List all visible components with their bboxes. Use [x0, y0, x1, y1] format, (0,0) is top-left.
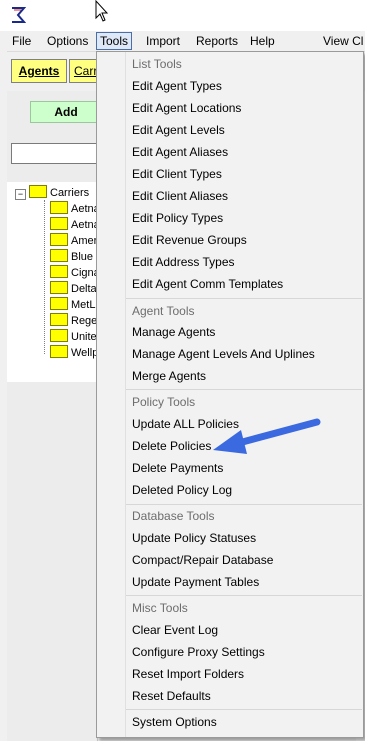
tree-item-label: MetLi — [71, 299, 98, 311]
menu-tools[interactable]: Tools — [96, 32, 133, 50]
menu-bar: File Options Tools Import Reports Help V… — [7, 31, 365, 51]
menu-compact-repair-database[interactable]: Compact/Repair Database — [132, 549, 358, 571]
section-header-agent-tools: Agent Tools — [132, 304, 195, 318]
folder-icon — [50, 297, 68, 310]
folder-icon — [50, 217, 68, 230]
folder-icon — [50, 281, 68, 294]
mouse-pointer-icon — [95, 0, 109, 22]
tree-root-label: Carriers — [50, 187, 90, 199]
menu-manage-agents[interactable]: Manage Agents — [132, 321, 358, 343]
tree-item[interactable]: Ameri — [50, 233, 100, 249]
tree-connector — [44, 200, 45, 354]
menu-update-policy-statuses[interactable]: Update Policy Statuses — [132, 527, 358, 549]
menu-edit-policy-types[interactable]: Edit Policy Types — [132, 207, 358, 229]
folder-icon — [50, 329, 68, 342]
folder-icon — [50, 345, 68, 358]
menu-file[interactable]: File — [9, 33, 34, 49]
tree-item[interactable]: Aetna — [50, 201, 100, 217]
menu-manage-agent-levels-uplines[interactable]: Manage Agent Levels And Uplines — [132, 343, 358, 365]
tree-item-label: Unite — [71, 331, 97, 343]
section-header-list-tools: List Tools — [132, 57, 182, 71]
folder-icon — [50, 249, 68, 262]
tree-item[interactable]: Delta — [50, 281, 97, 297]
menu-import[interactable]: Import — [143, 33, 183, 49]
carrier-tree: − Carriers Aetna Aetna Ameri Blue C Cign… — [7, 182, 104, 382]
tree-item-label: Wellp — [71, 347, 99, 359]
menu-edit-agent-levels[interactable]: Edit Agent Levels — [132, 119, 358, 141]
menu-reset-import-folders[interactable]: Reset Import Folders — [132, 663, 358, 685]
menu-edit-agent-types[interactable]: Edit Agent Types — [132, 75, 358, 97]
tools-dropdown-menu: List Tools Edit Agent Types Edit Agent L… — [96, 51, 364, 738]
menu-edit-address-types[interactable]: Edit Address Types — [132, 251, 358, 273]
menu-reset-defaults[interactable]: Reset Defaults — [132, 685, 358, 707]
menu-edit-client-aliases[interactable]: Edit Client Aliases — [132, 185, 358, 207]
folder-icon — [50, 201, 68, 214]
add-button[interactable]: Add — [30, 101, 102, 123]
app-icon[interactable] — [10, 6, 26, 24]
menu-options[interactable]: Options — [44, 33, 91, 49]
menu-delete-payments[interactable]: Delete Payments — [132, 457, 358, 479]
agents-button[interactable]: Agents — [11, 59, 67, 83]
tree-item[interactable]: Cigna — [50, 265, 100, 281]
tree-item[interactable]: Aetna — [50, 217, 100, 233]
tree-item[interactable]: Wellp — [50, 345, 98, 361]
menu-configure-proxy-settings[interactable]: Configure Proxy Settings — [132, 641, 358, 663]
folder-icon — [50, 233, 68, 246]
folder-icon — [50, 265, 68, 278]
annotation-arrow-icon — [213, 418, 321, 454]
menu-system-options[interactable]: System Options — [132, 711, 358, 733]
search-input[interactable] — [11, 143, 103, 164]
tree-item[interactable]: Unite — [50, 329, 97, 345]
collapse-icon[interactable]: − — [15, 189, 26, 200]
section-header-database-tools: Database Tools — [132, 509, 215, 523]
tree-item[interactable]: Rege — [50, 313, 97, 329]
menu-clear-event-log[interactable]: Clear Event Log — [132, 619, 358, 641]
tree-item-label: Rege — [71, 315, 98, 327]
menu-merge-agents[interactable]: Merge Agents — [132, 365, 358, 387]
menu-edit-revenue-groups[interactable]: Edit Revenue Groups — [132, 229, 358, 251]
menu-separator — [126, 595, 362, 596]
menu-edit-agent-comm-templates[interactable]: Edit Agent Comm Templates — [132, 273, 358, 295]
tree-item-label: Delta — [71, 283, 97, 295]
menu-edit-client-types[interactable]: Edit Client Types — [132, 163, 358, 185]
menu-separator — [126, 709, 362, 710]
menu-view[interactable]: View Cl — [320, 33, 365, 49]
menu-separator — [126, 389, 362, 390]
section-header-misc-tools: Misc Tools — [132, 601, 188, 615]
menu-gutter — [125, 52, 126, 737]
title-bar — [0, 0, 365, 31]
menu-separator — [126, 298, 362, 299]
tree-root-carriers[interactable]: Carriers — [29, 185, 89, 201]
folder-icon — [29, 185, 47, 198]
menu-edit-agent-locations[interactable]: Edit Agent Locations — [132, 97, 358, 119]
section-header-policy-tools: Policy Tools — [132, 395, 196, 409]
menu-help[interactable]: Help — [247, 33, 278, 49]
tree-item[interactable]: MetLi — [50, 297, 98, 313]
folder-icon — [50, 313, 68, 326]
menu-deleted-policy-log[interactable]: Deleted Policy Log — [132, 479, 358, 501]
menu-update-payment-tables[interactable]: Update Payment Tables — [132, 571, 358, 593]
menu-reports[interactable]: Reports — [193, 33, 241, 49]
menu-edit-agent-aliases[interactable]: Edit Agent Aliases — [132, 141, 358, 163]
